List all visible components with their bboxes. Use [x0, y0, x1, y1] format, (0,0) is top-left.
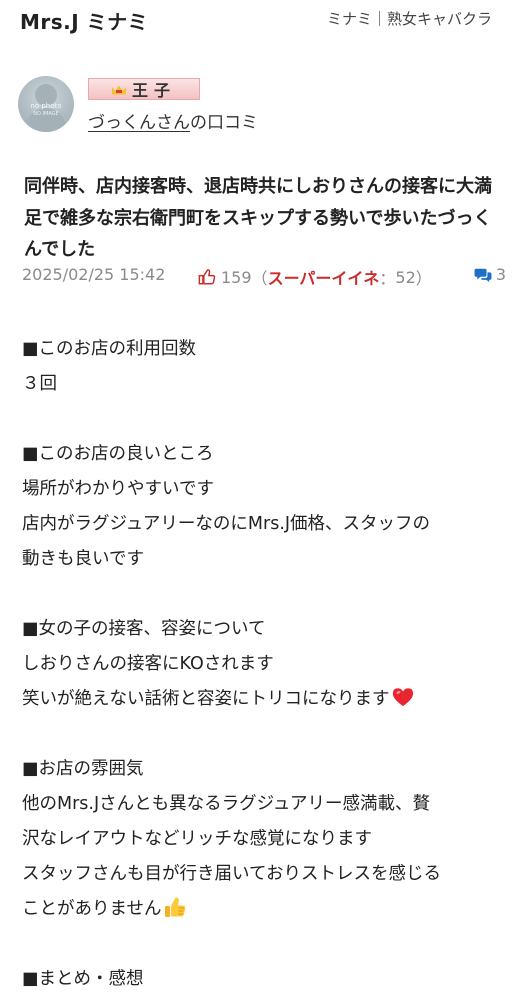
atmosphere-line: 沢なレイアウトなどリッチな感覚になります	[22, 829, 372, 849]
rank-badge: 王子	[88, 78, 200, 100]
section-heading-atmosphere: ■お店の雰囲気	[22, 759, 144, 779]
paren-open: （	[251, 269, 268, 288]
reviewer-line: づっくんさんの口コミ	[88, 108, 258, 133]
comment-count: 3	[495, 265, 506, 284]
shop-category[interactable]: ミナミ｜熟女キャバクラ	[327, 8, 492, 29]
review-body: ■このお店の利用回数 ３回 ■このお店の良いところ 場所がわかりやすいです 店内…	[22, 332, 506, 997]
crown-icon	[112, 84, 126, 95]
section-heading-girls: ■女の子の接客、容姿について	[22, 619, 266, 639]
review-meta: 2025/02/25 15:42 159 （ スーパーイイネ ： 52 ） 3	[22, 265, 506, 289]
header: Mrs.J ミナミ ミナミ｜熟女キャバクラ	[0, 0, 526, 38]
good-points-line: 店内がラグジュアリーなのにMrs.J価格、スタッフの	[22, 514, 431, 534]
atmosphere-line: 他のMrs.Jさんとも異なるラグジュアリー感満載、贅	[22, 794, 431, 814]
super-like-count: 52	[395, 267, 416, 287]
reviewer-name-link[interactable]: づっくんさん	[88, 113, 190, 133]
super-like-separator: ：	[379, 269, 396, 288]
super-like-label[interactable]: スーパーイイネ	[268, 265, 380, 289]
review-title: 同伴時、店内接客時、退店時共にしおりさんの接客に大満足で雑多な宗右衛門町をスキッ…	[24, 176, 492, 260]
thumbs-up-outline-icon	[198, 269, 216, 285]
section-heading-visits: ■このお店の利用回数	[22, 339, 197, 359]
shop-name[interactable]: Mrs.J ミナミ	[20, 6, 148, 35]
comment-button[interactable]: 3	[474, 265, 506, 284]
avatar-placeholder-text: no photo	[30, 102, 62, 110]
like-count: 159	[221, 267, 252, 287]
like-button[interactable]: 159 （ スーパーイイネ ： 52 ）	[198, 265, 432, 289]
visits-text: ３回	[22, 374, 57, 394]
avatar-placeholder-subtext: NO IMAGE	[33, 111, 59, 117]
atmosphere-line: スタッフさんも目が行き届いておりストレスを感じる	[22, 864, 441, 884]
girls-line-with-heart: 笑いが絶えない話術と容姿にトリコになります	[22, 682, 506, 717]
reviewer-avatar[interactable]: no photo NO IMAGE	[18, 76, 74, 132]
girls-line: しおりさんの接客にKOされます	[22, 654, 274, 674]
good-points-line: 場所がわかりやすいです	[22, 479, 214, 499]
atmosphere-line-text: ことがありません	[22, 899, 162, 919]
reviewer-block: no photo NO IMAGE 王子 づっくんさんの口コミ	[18, 76, 518, 136]
rank-label: 王子	[131, 81, 176, 100]
atmosphere-line-with-thumb: ことがありません	[22, 892, 506, 927]
girls-line-text: 笑いが絶えない話術と容姿にトリコになります	[22, 689, 390, 709]
section-heading-summary: ■まとめ・感想	[22, 969, 144, 989]
red-heart-emoji	[392, 688, 413, 707]
section-heading-good-points: ■このお店の良いところ	[22, 444, 214, 464]
good-points-line: 動きも良いです	[22, 549, 144, 569]
thumbs-up-emoji	[165, 897, 186, 917]
reviewer-suffix: の口コミ	[190, 113, 258, 133]
speech-bubbles-icon	[474, 268, 492, 282]
review-date: 2025/02/25 15:42	[22, 265, 166, 284]
paren-close: ）	[415, 269, 432, 288]
